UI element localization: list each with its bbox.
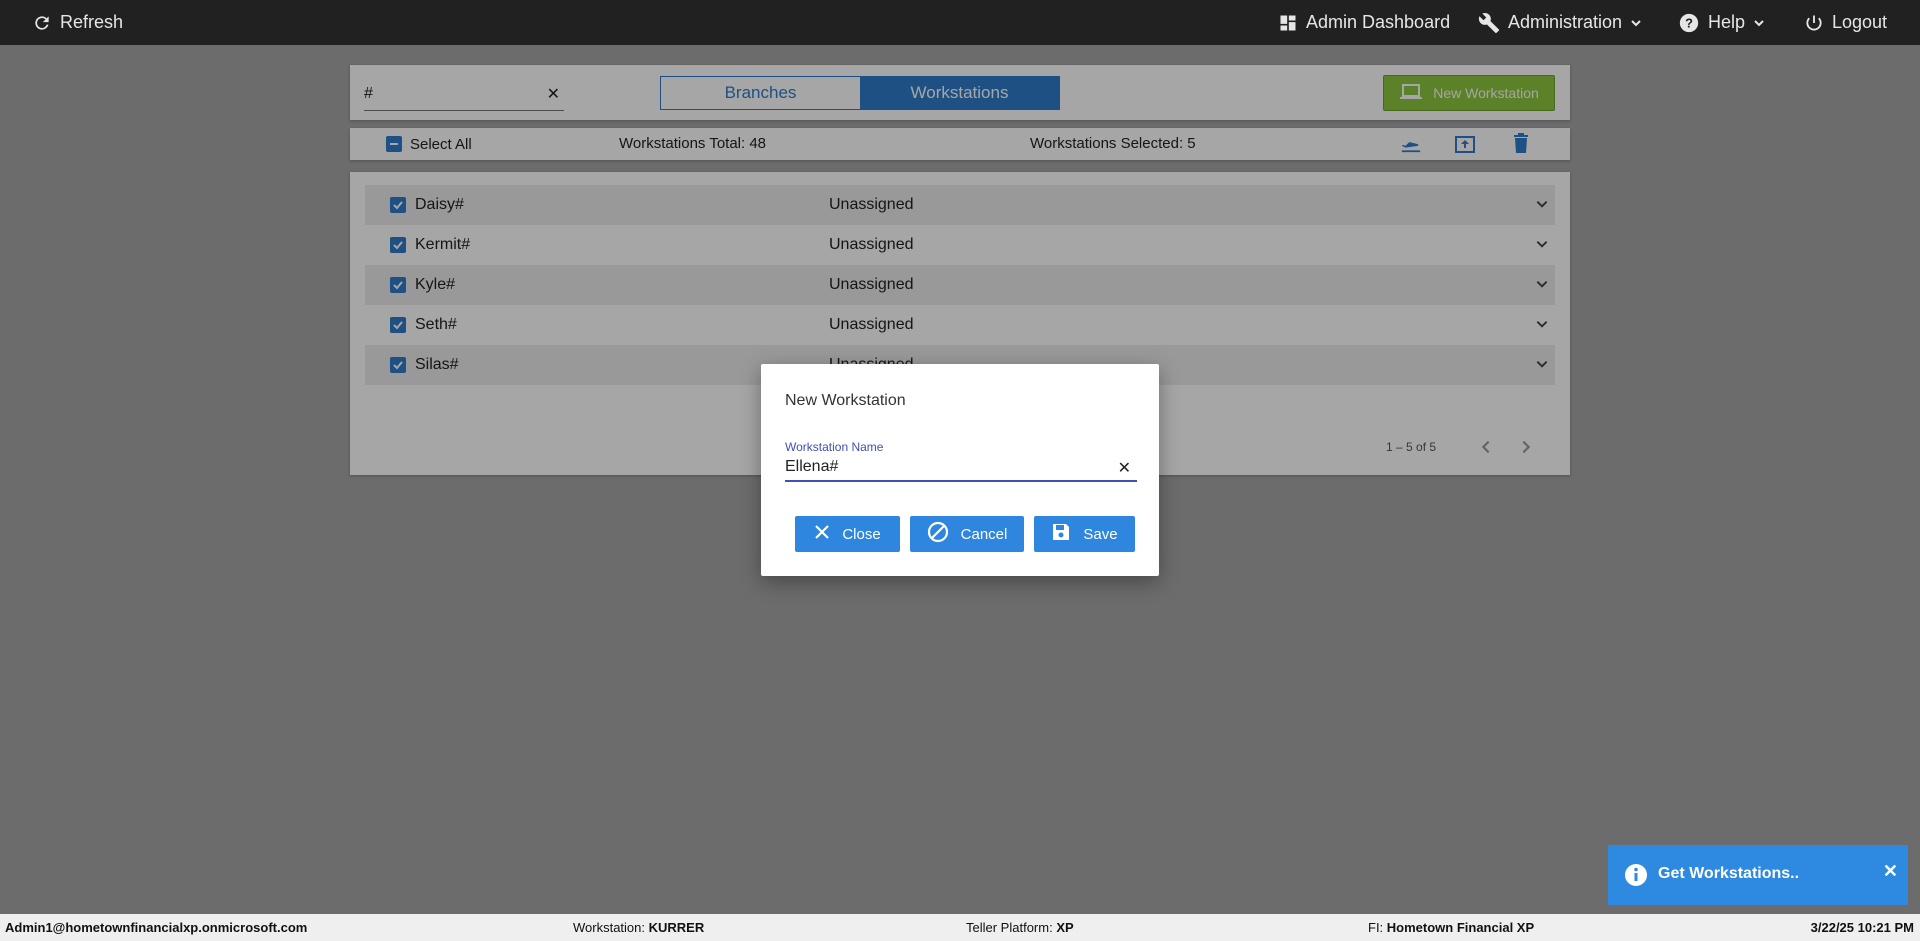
- toast-message: Get Workstations..: [1658, 865, 1800, 882]
- admin-dashboard-label: Admin Dashboard: [1306, 12, 1451, 32]
- logout-button[interactable]: Logout: [1804, 0, 1887, 45]
- help-menu[interactable]: ? Help: [1678, 0, 1765, 45]
- cancel-label: Cancel: [960, 525, 1008, 543]
- workstation-info-label: Workstation:: [573, 920, 649, 935]
- save-label: Save: [1083, 525, 1118, 543]
- workstation-name-input[interactable]: [785, 456, 1105, 478]
- top-nav: Refresh Admin Dashboard Administration ?…: [0, 0, 1920, 45]
- workstation-name-label: Workstation Name: [785, 440, 884, 454]
- current-user: Admin1@hometownfinancialxp.onmicrosoft.c…: [5, 920, 308, 935]
- workstation-info: Workstation: KURRER: [573, 920, 704, 935]
- svg-text:?: ?: [1685, 15, 1693, 30]
- save-icon: [1051, 522, 1071, 546]
- date-time: 3/22/25 10:21 PM: [1810, 920, 1914, 935]
- clear-icon[interactable]: ✕: [1118, 458, 1131, 478]
- refresh-icon: [32, 13, 52, 33]
- admin-dashboard-link[interactable]: Admin Dashboard: [1278, 0, 1450, 45]
- logout-label: Logout: [1832, 12, 1888, 32]
- workstation-name-field: ✕: [785, 456, 1137, 482]
- close-label: Close: [842, 525, 881, 543]
- refresh-label: Refresh: [60, 12, 124, 32]
- dashboard-icon: [1278, 13, 1298, 33]
- notification-toast: Get Workstations.. ✕: [1608, 845, 1908, 905]
- administration-label: Administration: [1508, 12, 1623, 32]
- fi-info: FI: Hometown Financial XP: [1368, 920, 1534, 935]
- fi-info-label: FI:: [1368, 920, 1387, 935]
- platform-info-label: Teller Platform:: [966, 920, 1057, 935]
- info-icon: [1624, 863, 1648, 892]
- platform-info: Teller Platform: XP: [966, 920, 1074, 935]
- refresh-button[interactable]: Refresh: [32, 0, 123, 45]
- administration-menu[interactable]: Administration: [1478, 0, 1642, 45]
- power-icon: [1804, 13, 1824, 33]
- save-button[interactable]: Save: [1034, 516, 1135, 552]
- platform-info-value: XP: [1056, 920, 1074, 935]
- status-bar: Admin1@hometownfinancialxp.onmicrosoft.c…: [0, 914, 1920, 941]
- close-icon: [814, 524, 830, 544]
- help-icon: ?: [1678, 12, 1700, 34]
- fi-info-value: Hometown Financial XP: [1386, 920, 1535, 935]
- dialog-title: New Workstation: [785, 392, 906, 409]
- wrench-icon: [1478, 12, 1500, 34]
- chevron-down-icon: [1753, 17, 1765, 29]
- help-label: Help: [1708, 12, 1746, 32]
- workstation-info-value: KURRER: [648, 920, 705, 935]
- block-icon: [927, 521, 949, 547]
- close-icon[interactable]: ✕: [1883, 861, 1898, 882]
- close-button[interactable]: Close: [795, 516, 900, 552]
- cancel-button[interactable]: Cancel: [910, 516, 1024, 552]
- chevron-down-icon: [1630, 17, 1642, 29]
- new-workstation-dialog: New Workstation Workstation Name ✕ Close…: [761, 364, 1159, 576]
